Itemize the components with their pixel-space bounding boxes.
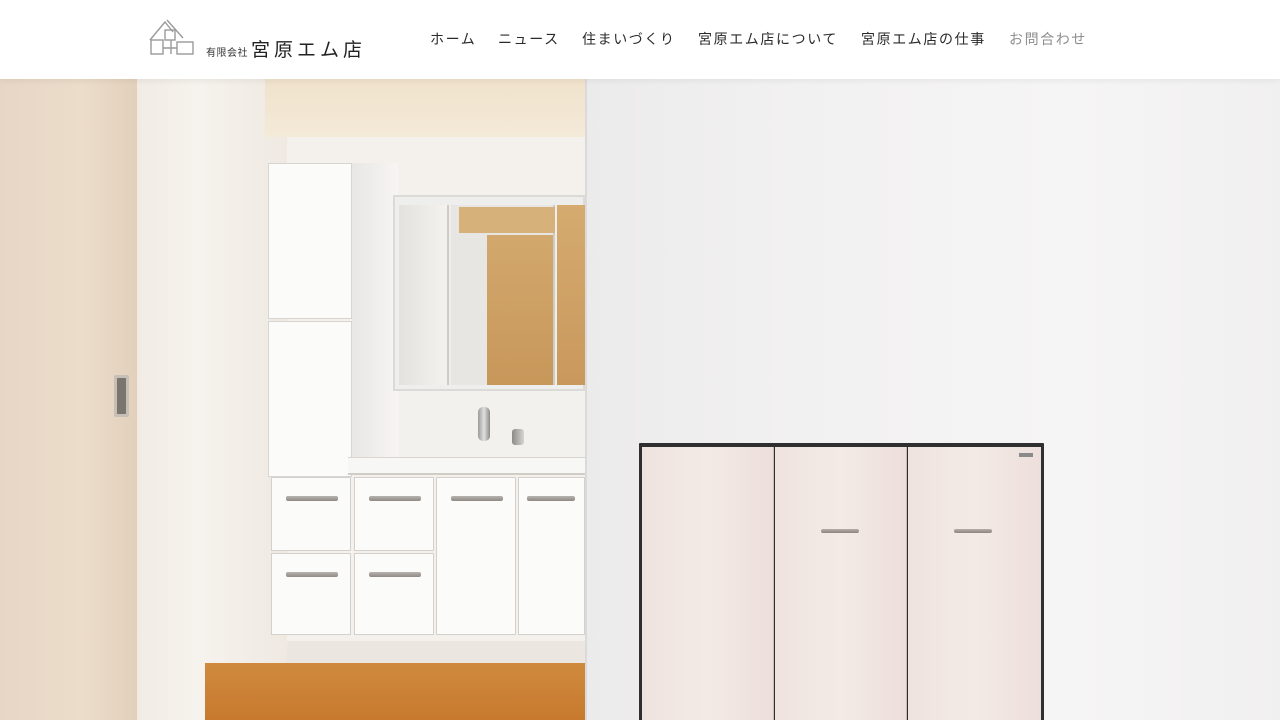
hero-photo [0, 79, 1280, 720]
vanity-door [518, 477, 585, 635]
logo-link[interactable]: 有限会社 宮原エム店 [149, 18, 379, 61]
mirror-panel-right [557, 205, 587, 385]
wall-storage-unit [639, 443, 1044, 720]
mirror-reflection-ceiling [459, 207, 555, 233]
hero-wall-edge [585, 79, 587, 720]
hero-wood-floor [205, 663, 585, 720]
hero-baseboard [287, 641, 585, 665]
storage-brand-badge [1019, 453, 1033, 457]
vanity-drawer [271, 477, 351, 551]
faucet-icon [478, 407, 490, 441]
cabinet-side-panel [352, 163, 398, 463]
logo-company-type: 有限会社 [206, 48, 248, 59]
vanity-mirror [393, 195, 587, 391]
nav-item-news[interactable]: ニュース [498, 29, 582, 51]
tall-cabinet-lower-door [268, 321, 352, 477]
vanity-cabinet [268, 475, 585, 637]
main-nav: ホーム ニュース 住まいづくり 宮原エム店について 宮原エム店の仕事 お問合わせ [430, 29, 1087, 51]
storage-door [642, 447, 774, 720]
nav-item-housing[interactable]: 住まいづくり [582, 29, 698, 51]
vanity-backsplash [400, 391, 585, 461]
nav-item-works[interactable]: 宮原エム店の仕事 [861, 29, 1009, 51]
vanity-drawer [271, 553, 351, 635]
storage-door-pull [821, 529, 859, 533]
drawer-pull [451, 496, 503, 501]
vanity-basin [348, 457, 585, 475]
door-handle [114, 375, 129, 417]
vanity-drawer [354, 477, 434, 551]
faucet-knob-icon [512, 429, 524, 445]
storage-door [908, 447, 1041, 720]
drawer-pull [286, 496, 338, 501]
site-header: 有限会社 宮原エム店 ホーム ニュース 住まいづくり 宮原エム店について 宮原エ… [0, 0, 1280, 79]
nav-item-home[interactable]: ホーム [430, 29, 498, 51]
drawer-pull [286, 572, 338, 577]
storage-door-pull [954, 529, 992, 533]
mirror-panel-left [399, 205, 449, 385]
tall-cabinet-upper-door [268, 163, 352, 319]
mirror-reflection-wood [487, 235, 553, 385]
drawer-pull [527, 496, 575, 501]
storage-door [775, 447, 907, 720]
house-logo-icon [149, 19, 194, 55]
logo-company-name: 宮原エム店 [251, 39, 367, 61]
vanity-drawer [354, 553, 434, 635]
nav-item-contact[interactable]: お問合わせ [1009, 29, 1087, 51]
hero-door-frame [137, 79, 287, 720]
mirror-panel-center [451, 205, 555, 385]
drawer-pull [369, 572, 421, 577]
vanity-door [436, 477, 516, 635]
drawer-pull [369, 496, 421, 501]
nav-item-about[interactable]: 宮原エム店について [698, 29, 861, 51]
hero-ceiling [265, 79, 585, 137]
